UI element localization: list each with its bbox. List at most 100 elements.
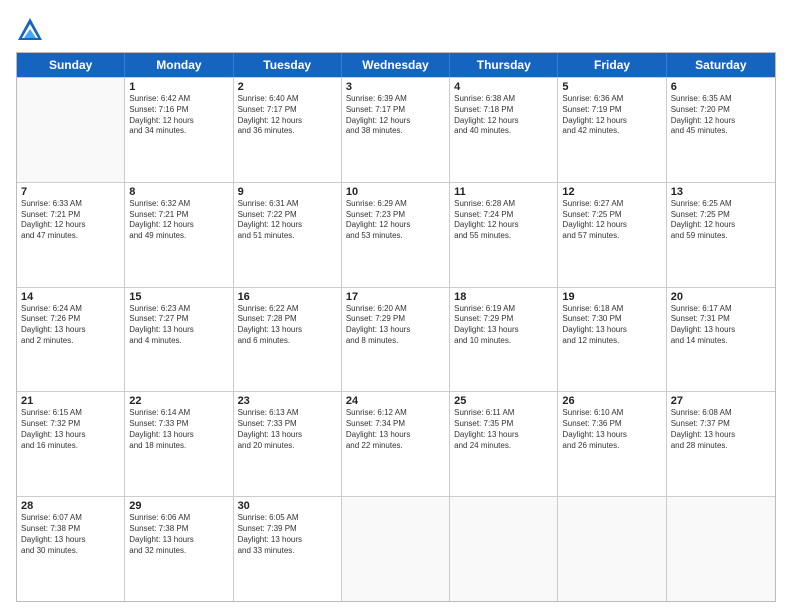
day-cell-14: 14Sunrise: 6:24 AM Sunset: 7:26 PM Dayli… xyxy=(17,288,125,392)
day-number: 15 xyxy=(129,291,228,303)
day-number: 17 xyxy=(346,291,445,303)
day-info: Sunrise: 6:18 AM Sunset: 7:30 PM Dayligh… xyxy=(562,304,661,347)
day-cell-26: 26Sunrise: 6:10 AM Sunset: 7:36 PM Dayli… xyxy=(558,392,666,496)
day-cell-24: 24Sunrise: 6:12 AM Sunset: 7:34 PM Dayli… xyxy=(342,392,450,496)
calendar-row-3: 14Sunrise: 6:24 AM Sunset: 7:26 PM Dayli… xyxy=(17,287,775,392)
day-info: Sunrise: 6:40 AM Sunset: 7:17 PM Dayligh… xyxy=(238,94,337,137)
day-info: Sunrise: 6:10 AM Sunset: 7:36 PM Dayligh… xyxy=(562,408,661,451)
day-info: Sunrise: 6:12 AM Sunset: 7:34 PM Dayligh… xyxy=(346,408,445,451)
calendar-row-1: 1Sunrise: 6:42 AM Sunset: 7:16 PM Daylig… xyxy=(17,77,775,182)
calendar-row-5: 28Sunrise: 6:07 AM Sunset: 7:38 PM Dayli… xyxy=(17,496,775,601)
weekday-header-friday: Friday xyxy=(558,53,666,77)
calendar-row-2: 7Sunrise: 6:33 AM Sunset: 7:21 PM Daylig… xyxy=(17,182,775,287)
day-number: 24 xyxy=(346,395,445,407)
day-cell-2: 2Sunrise: 6:40 AM Sunset: 7:17 PM Daylig… xyxy=(234,78,342,182)
day-cell-3: 3Sunrise: 6:39 AM Sunset: 7:17 PM Daylig… xyxy=(342,78,450,182)
day-cell-4: 4Sunrise: 6:38 AM Sunset: 7:18 PM Daylig… xyxy=(450,78,558,182)
day-number: 25 xyxy=(454,395,553,407)
day-info: Sunrise: 6:39 AM Sunset: 7:17 PM Dayligh… xyxy=(346,94,445,137)
calendar-row-4: 21Sunrise: 6:15 AM Sunset: 7:32 PM Dayli… xyxy=(17,391,775,496)
day-cell-25: 25Sunrise: 6:11 AM Sunset: 7:35 PM Dayli… xyxy=(450,392,558,496)
day-cell-27: 27Sunrise: 6:08 AM Sunset: 7:37 PM Dayli… xyxy=(667,392,775,496)
day-number: 8 xyxy=(129,186,228,198)
day-cell-6: 6Sunrise: 6:35 AM Sunset: 7:20 PM Daylig… xyxy=(667,78,775,182)
day-cell-8: 8Sunrise: 6:32 AM Sunset: 7:21 PM Daylig… xyxy=(125,183,233,287)
day-info: Sunrise: 6:25 AM Sunset: 7:25 PM Dayligh… xyxy=(671,199,771,242)
day-info: Sunrise: 6:05 AM Sunset: 7:39 PM Dayligh… xyxy=(238,513,337,556)
day-info: Sunrise: 6:22 AM Sunset: 7:28 PM Dayligh… xyxy=(238,304,337,347)
day-info: Sunrise: 6:06 AM Sunset: 7:38 PM Dayligh… xyxy=(129,513,228,556)
empty-cell-r4-c5 xyxy=(558,497,666,601)
day-info: Sunrise: 6:29 AM Sunset: 7:23 PM Dayligh… xyxy=(346,199,445,242)
day-number: 6 xyxy=(671,81,771,93)
day-info: Sunrise: 6:24 AM Sunset: 7:26 PM Dayligh… xyxy=(21,304,120,347)
day-info: Sunrise: 6:27 AM Sunset: 7:25 PM Dayligh… xyxy=(562,199,661,242)
day-number: 16 xyxy=(238,291,337,303)
day-cell-18: 18Sunrise: 6:19 AM Sunset: 7:29 PM Dayli… xyxy=(450,288,558,392)
day-cell-22: 22Sunrise: 6:14 AM Sunset: 7:33 PM Dayli… xyxy=(125,392,233,496)
day-cell-5: 5Sunrise: 6:36 AM Sunset: 7:19 PM Daylig… xyxy=(558,78,666,182)
day-cell-10: 10Sunrise: 6:29 AM Sunset: 7:23 PM Dayli… xyxy=(342,183,450,287)
day-number: 27 xyxy=(671,395,771,407)
day-number: 28 xyxy=(21,500,120,512)
day-number: 7 xyxy=(21,186,120,198)
day-cell-12: 12Sunrise: 6:27 AM Sunset: 7:25 PM Dayli… xyxy=(558,183,666,287)
day-info: Sunrise: 6:42 AM Sunset: 7:16 PM Dayligh… xyxy=(129,94,228,137)
day-number: 2 xyxy=(238,81,337,93)
day-cell-11: 11Sunrise: 6:28 AM Sunset: 7:24 PM Dayli… xyxy=(450,183,558,287)
day-cell-16: 16Sunrise: 6:22 AM Sunset: 7:28 PM Dayli… xyxy=(234,288,342,392)
calendar-header: SundayMondayTuesdayWednesdayThursdayFrid… xyxy=(17,53,775,77)
day-info: Sunrise: 6:20 AM Sunset: 7:29 PM Dayligh… xyxy=(346,304,445,347)
day-info: Sunrise: 6:33 AM Sunset: 7:21 PM Dayligh… xyxy=(21,199,120,242)
weekday-header-monday: Monday xyxy=(125,53,233,77)
day-info: Sunrise: 6:19 AM Sunset: 7:29 PM Dayligh… xyxy=(454,304,553,347)
day-number: 11 xyxy=(454,186,553,198)
empty-cell-r4-c6 xyxy=(667,497,775,601)
day-number: 4 xyxy=(454,81,553,93)
day-info: Sunrise: 6:14 AM Sunset: 7:33 PM Dayligh… xyxy=(129,408,228,451)
day-number: 30 xyxy=(238,500,337,512)
day-cell-23: 23Sunrise: 6:13 AM Sunset: 7:33 PM Dayli… xyxy=(234,392,342,496)
day-number: 1 xyxy=(129,81,228,93)
day-number: 19 xyxy=(562,291,661,303)
day-info: Sunrise: 6:32 AM Sunset: 7:21 PM Dayligh… xyxy=(129,199,228,242)
day-info: Sunrise: 6:36 AM Sunset: 7:19 PM Dayligh… xyxy=(562,94,661,137)
day-cell-28: 28Sunrise: 6:07 AM Sunset: 7:38 PM Dayli… xyxy=(17,497,125,601)
day-number: 12 xyxy=(562,186,661,198)
weekday-header-wednesday: Wednesday xyxy=(342,53,450,77)
weekday-header-tuesday: Tuesday xyxy=(234,53,342,77)
day-number: 10 xyxy=(346,186,445,198)
day-cell-19: 19Sunrise: 6:18 AM Sunset: 7:30 PM Dayli… xyxy=(558,288,666,392)
day-cell-9: 9Sunrise: 6:31 AM Sunset: 7:22 PM Daylig… xyxy=(234,183,342,287)
day-number: 26 xyxy=(562,395,661,407)
empty-cell-r4-c4 xyxy=(450,497,558,601)
logo-icon xyxy=(16,16,44,44)
day-number: 14 xyxy=(21,291,120,303)
day-number: 5 xyxy=(562,81,661,93)
day-number: 20 xyxy=(671,291,771,303)
day-info: Sunrise: 6:28 AM Sunset: 7:24 PM Dayligh… xyxy=(454,199,553,242)
day-info: Sunrise: 6:23 AM Sunset: 7:27 PM Dayligh… xyxy=(129,304,228,347)
day-info: Sunrise: 6:13 AM Sunset: 7:33 PM Dayligh… xyxy=(238,408,337,451)
day-cell-30: 30Sunrise: 6:05 AM Sunset: 7:39 PM Dayli… xyxy=(234,497,342,601)
day-info: Sunrise: 6:15 AM Sunset: 7:32 PM Dayligh… xyxy=(21,408,120,451)
day-number: 23 xyxy=(238,395,337,407)
calendar-body: 1Sunrise: 6:42 AM Sunset: 7:16 PM Daylig… xyxy=(17,77,775,601)
day-info: Sunrise: 6:31 AM Sunset: 7:22 PM Dayligh… xyxy=(238,199,337,242)
weekday-header-sunday: Sunday xyxy=(17,53,125,77)
header xyxy=(16,16,776,44)
day-info: Sunrise: 6:11 AM Sunset: 7:35 PM Dayligh… xyxy=(454,408,553,451)
day-cell-1: 1Sunrise: 6:42 AM Sunset: 7:16 PM Daylig… xyxy=(125,78,233,182)
page: SundayMondayTuesdayWednesdayThursdayFrid… xyxy=(0,0,792,612)
day-cell-15: 15Sunrise: 6:23 AM Sunset: 7:27 PM Dayli… xyxy=(125,288,233,392)
day-number: 18 xyxy=(454,291,553,303)
day-info: Sunrise: 6:08 AM Sunset: 7:37 PM Dayligh… xyxy=(671,408,771,451)
weekday-header-saturday: Saturday xyxy=(667,53,775,77)
day-info: Sunrise: 6:07 AM Sunset: 7:38 PM Dayligh… xyxy=(21,513,120,556)
day-info: Sunrise: 6:38 AM Sunset: 7:18 PM Dayligh… xyxy=(454,94,553,137)
day-number: 3 xyxy=(346,81,445,93)
day-number: 22 xyxy=(129,395,228,407)
day-info: Sunrise: 6:17 AM Sunset: 7:31 PM Dayligh… xyxy=(671,304,771,347)
day-cell-7: 7Sunrise: 6:33 AM Sunset: 7:21 PM Daylig… xyxy=(17,183,125,287)
empty-cell-r4-c3 xyxy=(342,497,450,601)
